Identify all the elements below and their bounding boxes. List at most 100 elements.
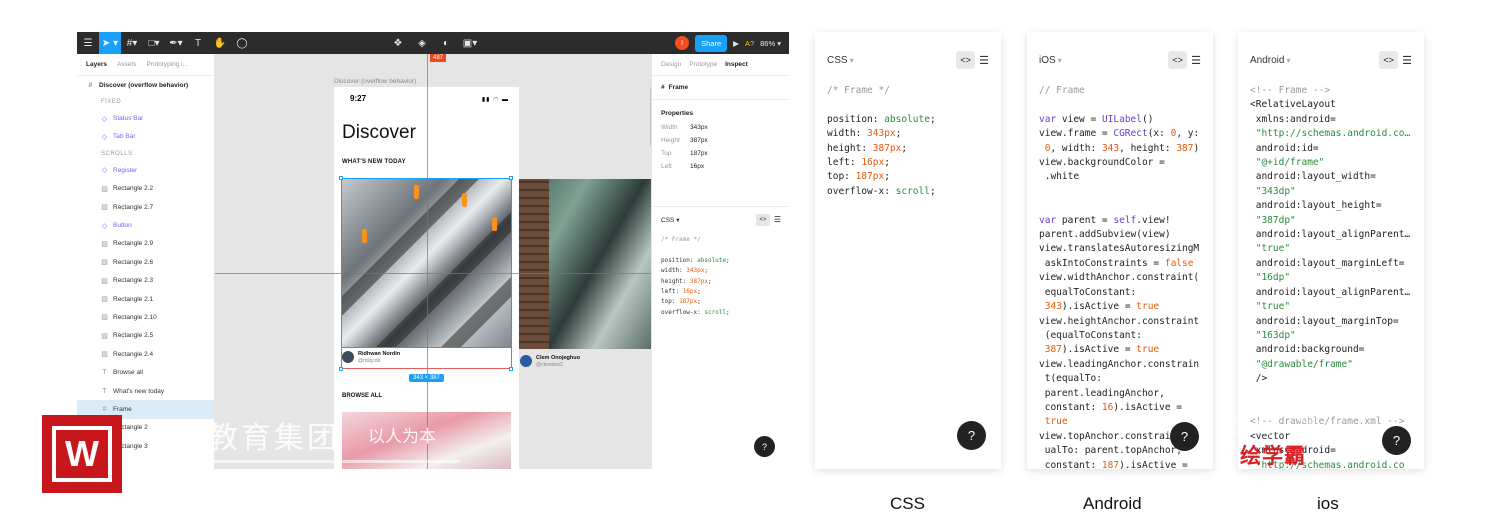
text-layer-icon: T	[102, 387, 107, 395]
property-key: Width	[661, 124, 678, 131]
instance-icon: ◇	[101, 167, 108, 175]
layer-item[interactable]: ◇ Status Bar	[77, 109, 214, 127]
resize-handle[interactable]	[509, 367, 513, 371]
help-button[interactable]: ?	[754, 436, 775, 457]
tab-prototyping[interactable]: Prototyping i...	[146, 61, 188, 68]
property-row: Height 387px	[652, 134, 789, 147]
instance-icon: ◇	[101, 222, 108, 230]
share-button[interactable]: Share	[695, 34, 728, 52]
selection-box[interactable]	[341, 178, 512, 348]
tab-design[interactable]: Design	[661, 61, 681, 68]
screen-title: Discover	[342, 122, 416, 143]
layer-item[interactable]: ◇ Tab Bar	[77, 128, 214, 146]
language-select[interactable]: Android ▾	[1250, 55, 1290, 66]
property-value[interactable]: 187px	[690, 150, 708, 157]
play-icon[interactable]: ▶	[733, 39, 739, 48]
layer-section-scrolls: SCROLLS	[101, 150, 133, 157]
pen-tool-icon[interactable]: ✒▾	[165, 32, 187, 54]
image-icon: ▨	[101, 296, 108, 304]
list-view-icon[interactable]: ☰	[979, 54, 989, 67]
image-icon: ▨	[101, 332, 108, 340]
code-view-icon[interactable]: <>	[1379, 51, 1399, 69]
resize-handle[interactable]	[339, 176, 343, 180]
car-image[interactable]	[519, 179, 651, 349]
language-select[interactable]: iOS ▾	[1039, 55, 1062, 66]
tab-prototype[interactable]: Prototype	[689, 61, 717, 68]
layer-item[interactable]: ▨ Rectangle 2.9	[77, 235, 214, 253]
image-icon: ▨	[101, 259, 108, 267]
help-button[interactable]: ?	[1382, 426, 1411, 455]
move-tool-icon[interactable]: ➤ ▾	[99, 32, 121, 54]
layer-item[interactable]: T Browse all	[77, 363, 214, 381]
text-tool-icon[interactable]: T	[187, 32, 209, 54]
tab-layers[interactable]: Layers	[86, 61, 107, 68]
layer-item[interactable]: ▨ Rectangle 2.10	[77, 308, 214, 326]
layer-item[interactable]: ▨ Rectangle 2.4	[77, 345, 214, 363]
tab-assets[interactable]: Assets	[117, 61, 137, 68]
resize-handle[interactable]	[509, 176, 513, 180]
code-token: 343px	[686, 267, 705, 275]
comment-tool-icon[interactable]: ◯	[231, 32, 253, 54]
watermark-appstore: 在AppStore或应用宝搜索下载	[1120, 475, 1410, 500]
layer-label: Browse all	[113, 369, 143, 377]
frame-label[interactable]: Discover (overflow behavior)	[334, 78, 416, 85]
language-label: iOS	[1039, 54, 1056, 66]
layer-item[interactable]: T What's new today	[77, 382, 214, 400]
properties-title: Properties	[661, 110, 694, 117]
list-view-icon[interactable]: ☰	[1191, 54, 1201, 67]
image-detail	[519, 179, 549, 349]
tab-inspect[interactable]: Inspect	[725, 61, 748, 68]
chevron-down-icon: ▾	[676, 216, 680, 224]
caption-css: CSS	[890, 494, 925, 513]
language-select[interactable]: CSS ▾	[827, 55, 854, 66]
code-view-icon[interactable]: <>	[1168, 51, 1188, 69]
layer-label: Tab Bar	[113, 133, 136, 141]
user-avatar[interactable]: I	[675, 36, 690, 50]
status-time: 9:27	[350, 94, 367, 103]
logo-mark: W	[52, 426, 112, 482]
status-icons: ▮▮ ◠ ▬	[481, 97, 509, 103]
canvas[interactable]: Discover (overflow behavior) 9:27 ▮▮ ◠ ▬…	[215, 54, 651, 469]
layer-item[interactable]: ▨ Rectangle 2.2	[77, 180, 214, 198]
code-view-icon[interactable]: <>	[956, 51, 976, 69]
property-key: Height	[661, 137, 680, 144]
boolean-icon[interactable]: ▣▾	[459, 32, 481, 54]
layer-label: Frame	[113, 405, 132, 413]
code-token: 16px	[682, 288, 698, 296]
resize-handle[interactable]	[339, 367, 343, 371]
property-value[interactable]: 343px	[690, 124, 708, 131]
zoom-level[interactable]: 86% ▾	[760, 39, 781, 48]
layer-item[interactable]: ◇ Register	[77, 161, 214, 179]
hand-tool-icon[interactable]: ✋	[209, 32, 231, 54]
property-value[interactable]: 387px	[690, 137, 708, 144]
shape-tool-icon[interactable]: □▾	[143, 32, 165, 54]
language-select[interactable]: CSS ▾	[661, 216, 679, 224]
ai-indicator[interactable]: A?	[745, 39, 754, 48]
code-view-icon[interactable]: <>	[755, 213, 770, 226]
language-label: Android	[1250, 54, 1285, 66]
list-view-icon[interactable]: ☰	[1402, 54, 1412, 67]
help-button[interactable]: ?	[957, 421, 986, 450]
author-handle: @clemono2	[536, 361, 563, 368]
layer-item[interactable]: ▨ Rectangle 2.3	[77, 272, 214, 290]
layer-item[interactable]: ◇ Button	[77, 216, 214, 234]
layer-item[interactable]: ▨ Rectangle 2.6	[77, 253, 214, 271]
help-button[interactable]: ?	[1170, 422, 1199, 451]
distance-badge: 487	[430, 54, 447, 62]
layer-page[interactable]: # Discover (overflow behavior)	[77, 76, 214, 94]
image-icon: ▨	[101, 314, 108, 322]
inspect-frame-name: Frame	[668, 84, 689, 91]
main-menu-icon[interactable]: ☰	[77, 32, 99, 54]
layer-item[interactable]: ▨ Rectangle 2.1	[77, 290, 214, 308]
inspect-frame-row: # Frame	[652, 76, 789, 100]
css-code-card: CSS ▾ <> ☰ /* Frame */ position: absolute;…	[815, 32, 1001, 469]
frame-tool-icon[interactable]: #▾	[121, 32, 143, 54]
component-icon[interactable]: ❖	[387, 32, 409, 54]
layer-item[interactable]: ▨ Rectangle 2.5	[77, 327, 214, 345]
list-view-icon[interactable]: ☰	[774, 215, 781, 224]
layer-item[interactable]: ▨ Rectangle 2.7	[77, 198, 214, 216]
mask-icon[interactable]: ◈	[411, 32, 433, 54]
contrast-icon[interactable]: ◐	[435, 32, 457, 54]
author-card[interactable]: Clem Onojeghuo @clemono2	[520, 355, 580, 368]
property-value[interactable]: 16px	[690, 163, 704, 170]
